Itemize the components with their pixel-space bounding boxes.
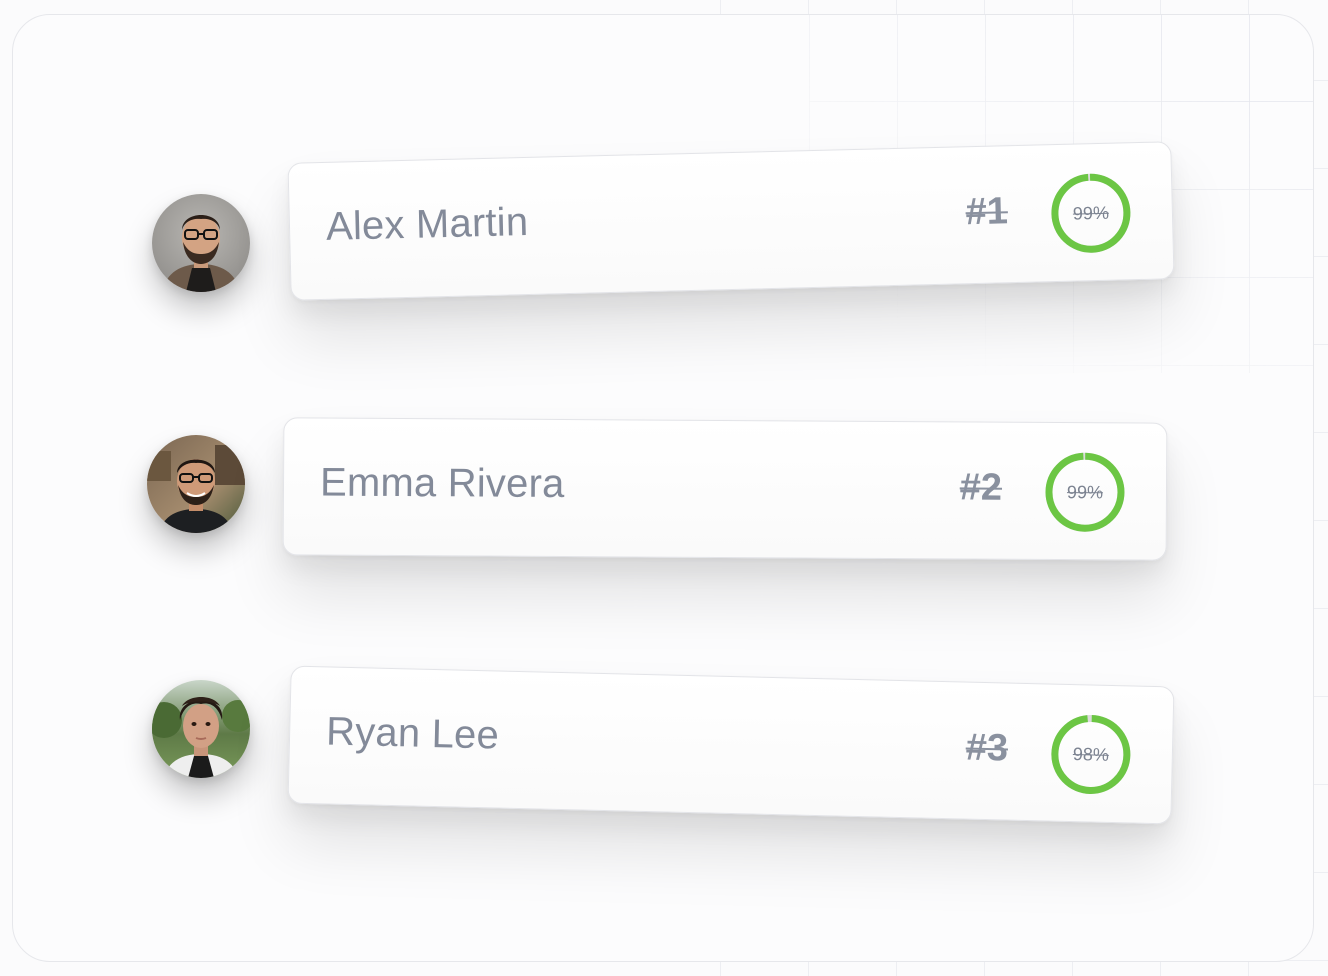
score-percent: 99% [1066, 482, 1104, 503]
score-ring: 99% [1044, 451, 1126, 533]
score-ring: 98% [1049, 713, 1133, 797]
score-percent: 98% [1072, 744, 1110, 765]
avatar [147, 435, 245, 533]
rank-label: #1 [965, 190, 1009, 234]
leaderboard-entry[interactable]: Ryan Lee #3 98% [287, 665, 1175, 825]
rank-label: #2 [959, 466, 1003, 509]
page: Alex Martin #1 99% Emma Rivera #2 99% Ry… [0, 0, 1328, 976]
participant-name: Emma Rivera [319, 460, 565, 507]
score-percent: 99% [1072, 202, 1110, 224]
participant-name: Ryan Lee [325, 709, 500, 758]
rank-label: #3 [965, 726, 1009, 770]
score-ring: 99% [1049, 171, 1133, 255]
leaderboard-entry[interactable]: Emma Rivera #2 99% [282, 417, 1168, 561]
leaderboard-entry[interactable]: Alex Martin #1 99% [287, 141, 1175, 301]
avatar [152, 680, 250, 778]
participant-name: Alex Martin [325, 199, 529, 249]
avatar [152, 194, 250, 292]
